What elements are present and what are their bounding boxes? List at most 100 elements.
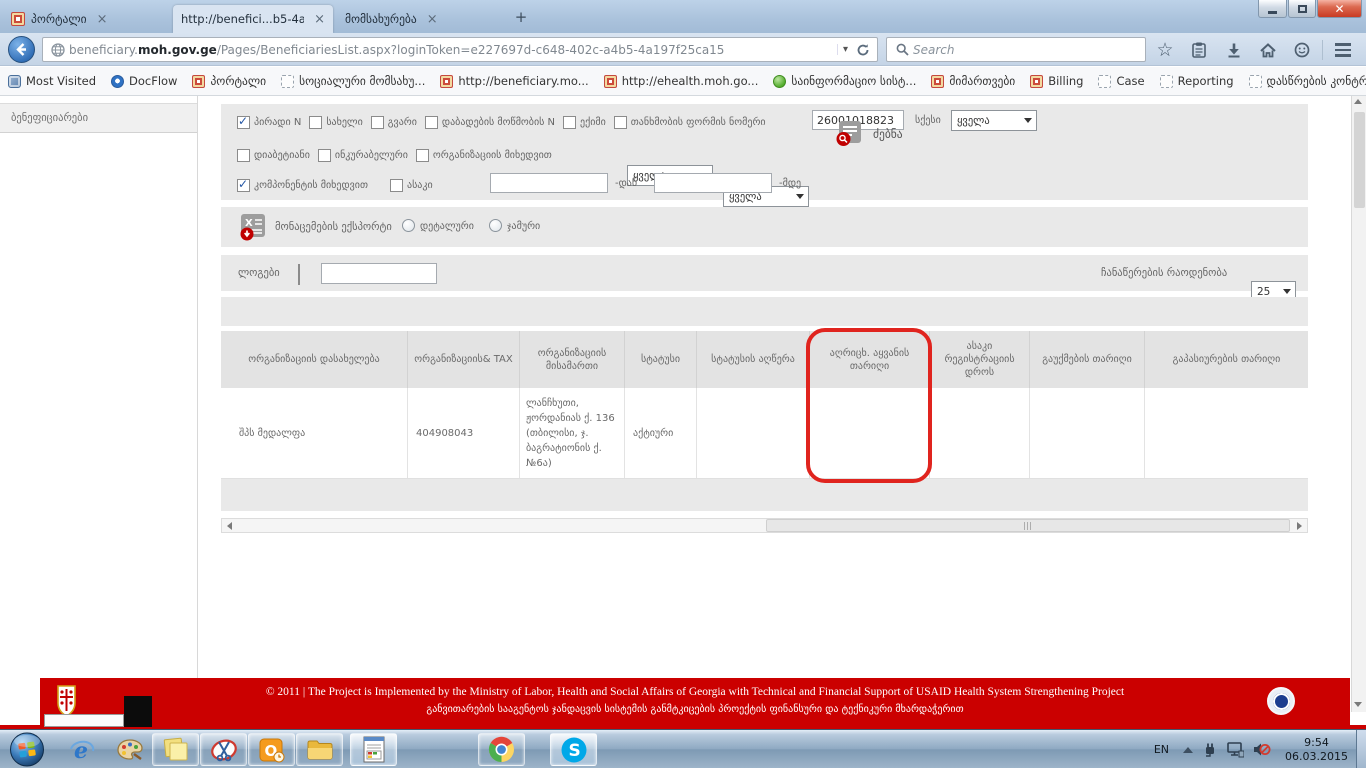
volume-muted-icon[interactable]: [1252, 741, 1271, 758]
bookmark-case[interactable]: Case: [1098, 74, 1144, 88]
bookmark-attendance[interactable]: დასწრების კონტრო...: [1249, 74, 1366, 88]
checkbox-personal-n[interactable]: [237, 116, 250, 129]
scroll-down-arrow[interactable]: [1354, 702, 1362, 707]
bookmark-most-visited[interactable]: Most Visited: [8, 74, 96, 88]
checkbox-by-component[interactable]: [237, 179, 250, 192]
tab-service[interactable]: მომსახურება ×: [337, 5, 492, 33]
column-header-org-address: ორგანიზაციის მისამართი: [520, 331, 625, 388]
bookmark-referrals[interactable]: მიმართვები: [931, 74, 1015, 88]
system-tray: EN 9:54 06.03.2015: [1154, 730, 1366, 768]
bookmark-label: Billing: [1048, 74, 1083, 88]
checkbox-incurable[interactable]: [318, 149, 331, 162]
bookmark-star-button[interactable]: ☆: [1152, 38, 1178, 62]
tab-close-icon[interactable]: ×: [97, 13, 108, 26]
taskbar-chrome[interactable]: [478, 733, 525, 766]
url-bar[interactable]: beneficiary.moh.gov.ge/Pages/Beneficiari…: [42, 37, 878, 62]
show-hidden-icons-arrow[interactable]: [1183, 747, 1193, 753]
tab-close-icon[interactable]: ×: [314, 13, 325, 26]
taskbar-windows-explorer[interactable]: [296, 733, 343, 766]
search-input[interactable]: [913, 43, 1140, 57]
checkbox-last-name[interactable]: [371, 116, 384, 129]
taskbar-outlook[interactable]: O: [248, 733, 295, 766]
checkbox-diabetic[interactable]: [237, 149, 250, 162]
window-close-button[interactable]: ✕: [1317, 0, 1362, 18]
bookmark-label: საინფორმაციო სისტ...: [791, 74, 916, 88]
taskbar-snipping-tool[interactable]: [200, 733, 247, 766]
vertical-scrollbar[interactable]: [1351, 96, 1366, 712]
bookmarks-menu-button[interactable]: [1186, 38, 1212, 62]
bookmark-billing[interactable]: Billing: [1030, 74, 1083, 88]
filter-label: თანხმობის ფორმის ნომერი: [631, 117, 766, 128]
logs-label: ლოგები: [238, 267, 280, 279]
radio-summary[interactable]: [489, 219, 502, 232]
window-minimize-button[interactable]: [1258, 0, 1287, 18]
search-box[interactable]: [886, 37, 1146, 62]
window-controls: ✕: [1257, 0, 1362, 18]
checkbox-birth-cert-n[interactable]: [425, 116, 438, 129]
window-restore-button[interactable]: [1288, 0, 1316, 18]
tab-close-icon[interactable]: ×: [427, 13, 438, 26]
age-from-input[interactable]: [490, 173, 608, 193]
bookmark-label: Most Visited: [26, 74, 96, 88]
tab-beneficiaries-active[interactable]: http://benefici...b5-4a197f25ca15 ×: [173, 5, 333, 33]
home-button[interactable]: [1255, 38, 1281, 62]
taskbar-clock[interactable]: 9:54 06.03.2015: [1285, 736, 1348, 764]
smiley-chat-icon: [1294, 42, 1310, 58]
checkbox-consent-form-n[interactable]: [614, 116, 627, 129]
scroll-up-arrow[interactable]: [1354, 99, 1362, 104]
bookmark-ehealth[interactable]: http://ehealth.moh.go...: [604, 74, 759, 88]
vertical-scroll-thumb[interactable]: [1354, 112, 1365, 208]
new-tab-button[interactable]: +: [508, 8, 534, 28]
horizontal-scrollbar[interactable]: [221, 518, 1308, 533]
start-button[interactable]: [8, 731, 46, 768]
bookmark-reporting[interactable]: Reporting: [1160, 74, 1234, 88]
bookmark-info-system[interactable]: საინფორმაციო სისტ...: [773, 74, 916, 88]
sidebar-item-beneficiaries[interactable]: ბენეფიციარები: [0, 103, 197, 133]
taskbar-sticky-notes[interactable]: [152, 733, 199, 766]
menu-button[interactable]: [1330, 38, 1356, 62]
checkbox-logs[interactable]: [298, 264, 300, 285]
filter-personal-n: პირადი N: [237, 116, 301, 129]
horizontal-scroll-thumb[interactable]: [766, 519, 1290, 532]
chat-button[interactable]: [1289, 38, 1315, 62]
show-desktop-button[interactable]: [1356, 730, 1366, 768]
cell-deactivation-date: [1145, 388, 1308, 478]
checkbox-by-organization[interactable]: [416, 149, 429, 162]
scroll-right-arrow[interactable]: [1292, 519, 1307, 532]
scroll-left-arrow[interactable]: [222, 519, 237, 532]
radio-detailed[interactable]: [402, 219, 415, 232]
bookmark-label: http://ehealth.moh.go...: [622, 74, 759, 88]
sex-select[interactable]: ყველა: [951, 110, 1037, 131]
internet-explorer-icon: e: [69, 737, 95, 763]
power-plug-icon[interactable]: [1201, 741, 1218, 758]
bookmark-portal[interactable]: პორტალი: [192, 74, 266, 88]
search-beneficiaries-button[interactable]: ძებნა: [835, 120, 903, 147]
clipboard-icon: [1192, 42, 1206, 58]
bookmark-docflow[interactable]: DocFlow: [111, 74, 177, 88]
age-to-input[interactable]: [654, 173, 772, 193]
language-indicator[interactable]: EN: [1154, 743, 1169, 756]
reload-button[interactable]: [853, 43, 873, 57]
url-dropdown-icon[interactable]: ▾: [837, 44, 853, 55]
checkbox-doctor[interactable]: [563, 116, 576, 129]
checkbox-age[interactable]: [390, 179, 403, 192]
export-label: მონაცემების ექსპორტი: [275, 221, 392, 233]
taskbar-paint[interactable]: [106, 733, 153, 766]
taskbar-skype[interactable]: S: [550, 733, 597, 766]
checkbox-first-name[interactable]: [309, 116, 322, 129]
excel-export-icon[interactable]: X: [238, 213, 267, 241]
back-button[interactable]: [8, 36, 35, 63]
bookmark-beneficiary[interactable]: http://beneficiary.mo...: [440, 74, 588, 88]
close-icon: ✕: [1334, 2, 1344, 16]
restore-icon: [1298, 5, 1307, 13]
taskbar-document-app[interactable]: [350, 733, 397, 766]
tab-portal[interactable]: პორტალი ×: [3, 5, 170, 33]
network-icon[interactable]: [1226, 742, 1244, 758]
table-row[interactable]: შპს მედალფა 404908043 ლანჩხუთი, ჟორდანია…: [221, 388, 1308, 479]
taskbar-internet-explorer[interactable]: e: [58, 733, 105, 766]
column-header-status: სტატუსი: [625, 331, 697, 388]
bookmark-social-service[interactable]: სოციალური მომსახუ...: [281, 74, 425, 88]
downloads-button[interactable]: [1221, 38, 1247, 62]
table-footer-strip: [221, 479, 1308, 511]
logs-input[interactable]: [321, 263, 437, 284]
